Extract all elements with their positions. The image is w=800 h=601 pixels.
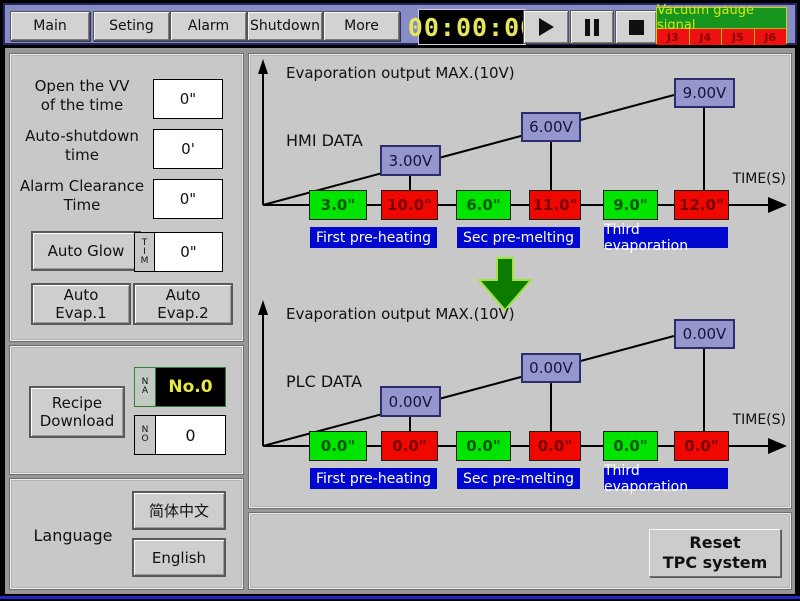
chart-source-label: HMI DATA bbox=[286, 131, 363, 150]
time-box-6: 0.0" bbox=[674, 431, 729, 461]
stage-label-2: Sec pre-melting bbox=[456, 467, 581, 490]
y-axis-arrow-icon bbox=[258, 300, 268, 315]
vacuum-channel-j6: J6 bbox=[754, 29, 787, 45]
footer-panel: Reset TPC system bbox=[249, 513, 791, 589]
ramp-line bbox=[263, 336, 674, 446]
y-axis-arrow-icon bbox=[258, 59, 268, 74]
reset-tpc-button[interactable]: Reset TPC system bbox=[649, 529, 781, 577]
time-box-5: 0.0" bbox=[603, 431, 658, 461]
stage-label-3: Third evaporation bbox=[603, 467, 729, 490]
voltage-box-1[interactable]: 3.00V bbox=[380, 145, 441, 176]
auto-evap2-button[interactable]: Auto Evap.2 bbox=[133, 283, 233, 325]
top-toolbar: Main Seting Alarm Shutdown More 00:00:00… bbox=[3, 3, 797, 45]
time-box-2: 0.0" bbox=[381, 431, 438, 461]
vacuum-gauge-panel: Vacuum gauge signal J3 J4 J5 J6 bbox=[656, 7, 787, 44]
time-axis-label: TIME(S) bbox=[716, 412, 786, 428]
vacuum-channel-j3: J3 bbox=[657, 29, 689, 45]
vacuum-gauge-channels: J3 J4 J5 J6 bbox=[657, 28, 786, 45]
start-button[interactable] bbox=[523, 10, 569, 44]
hmi-data-chart: Evaporation output MAX.(10V) HMI DATA TI… bbox=[250, 55, 792, 255]
x-axis-arrow-icon bbox=[768, 197, 787, 213]
chart-title: Evaporation output MAX.(10V) bbox=[286, 305, 515, 323]
auto-shutdown-time-label: Auto-shutdown time bbox=[15, 127, 149, 165]
recipe-name-label: N A bbox=[135, 368, 156, 406]
nav-shutdown-button[interactable]: Shutdown bbox=[247, 11, 323, 41]
nav-seting-button[interactable]: Seting bbox=[93, 11, 170, 41]
evaporation-charts-panel: Evaporation output MAX.(10V) HMI DATA TI… bbox=[249, 54, 791, 508]
elapsed-time-display: 00:00:00 bbox=[418, 9, 526, 45]
voltage-box-2: 0.00V bbox=[521, 353, 581, 383]
chart-title: Evaporation output MAX.(10V) bbox=[286, 64, 515, 82]
time-axis-label: TIME(S) bbox=[716, 171, 786, 187]
language-chinese-button[interactable]: 简体中文 bbox=[132, 491, 226, 530]
language-label: Language bbox=[19, 526, 127, 545]
hmi-screen: Main Seting Alarm Shutdown More 00:00:00… bbox=[0, 0, 800, 601]
nav-main-button[interactable]: Main bbox=[10, 11, 90, 41]
time-box-4[interactable]: 11.0" bbox=[529, 190, 581, 220]
chart-source-label: PLC DATA bbox=[286, 372, 362, 391]
time-box-1: 0.0" bbox=[309, 431, 367, 461]
stage-label-3: Third evaporation bbox=[603, 226, 729, 249]
stage-label-2: Sec pre-melting bbox=[456, 226, 581, 249]
voltage-box-3[interactable]: 9.00V bbox=[674, 78, 735, 108]
auto-glow-time-field: T I M 0" bbox=[134, 232, 223, 272]
time-box-3[interactable]: 6.0" bbox=[456, 190, 511, 220]
play-icon bbox=[539, 18, 554, 36]
bottom-accent-line bbox=[0, 596, 800, 599]
voltage-box-2[interactable]: 6.00V bbox=[521, 112, 581, 142]
timing-settings-panel: Open the VV of the time 0" Auto-shutdown… bbox=[10, 54, 243, 341]
vacuum-channel-j4: J4 bbox=[689, 29, 722, 45]
voltage-box-3: 0.00V bbox=[674, 319, 735, 349]
alarm-clearance-time-label: Alarm Clearance Time bbox=[15, 177, 149, 215]
tim-label: T I M bbox=[134, 232, 154, 272]
pause-button[interactable] bbox=[570, 10, 614, 44]
recipe-name-display: No.0 bbox=[156, 368, 225, 406]
ramp-line bbox=[263, 95, 674, 205]
nav-alarm-button[interactable]: Alarm bbox=[170, 11, 247, 41]
auto-glow-time-input[interactable]: 0" bbox=[154, 232, 223, 272]
auto-evap1-button[interactable]: Auto Evap.1 bbox=[31, 283, 131, 325]
auto-shutdown-time-input[interactable]: 0' bbox=[153, 129, 223, 169]
stop-button[interactable] bbox=[615, 10, 657, 44]
open-vv-time-input[interactable]: 0" bbox=[153, 79, 223, 119]
recipe-number-label: N O bbox=[135, 416, 156, 454]
recipe-number-field: N O 0 bbox=[134, 415, 226, 455]
time-box-2[interactable]: 10.0" bbox=[381, 190, 438, 220]
time-box-3: 0.0" bbox=[456, 431, 511, 461]
time-box-6[interactable]: 12.0" bbox=[674, 190, 729, 220]
nav-more-button[interactable]: More bbox=[323, 11, 400, 41]
language-english-button[interactable]: English bbox=[132, 538, 226, 577]
time-box-1[interactable]: 3.0" bbox=[309, 190, 367, 220]
voltage-box-1: 0.00V bbox=[380, 386, 441, 417]
recipe-name-field: N A No.0 bbox=[134, 367, 226, 407]
language-panel: Language 简体中文 English bbox=[10, 479, 243, 589]
stop-icon bbox=[629, 20, 644, 35]
open-vv-time-label: Open the VV of the time bbox=[15, 77, 149, 115]
x-axis-arrow-icon bbox=[768, 438, 787, 454]
alarm-clearance-time-input[interactable]: 0" bbox=[153, 179, 223, 219]
vacuum-channel-j5: J5 bbox=[721, 29, 754, 45]
recipe-number-input[interactable]: 0 bbox=[156, 416, 225, 454]
recipe-panel: Recipe Download N A No.0 N O 0 bbox=[10, 346, 243, 474]
time-box-5[interactable]: 9.0" bbox=[603, 190, 658, 220]
plc-data-chart: Evaporation output MAX.(10V) PLC DATA TI… bbox=[250, 296, 792, 496]
pause-icon bbox=[585, 19, 599, 36]
stage-label-1: First pre-heating bbox=[309, 226, 438, 249]
auto-glow-button[interactable]: Auto Glow bbox=[31, 231, 141, 271]
vacuum-gauge-title: Vacuum gauge signal bbox=[657, 8, 786, 28]
stage-label-1: First pre-heating bbox=[309, 467, 438, 490]
time-box-4: 0.0" bbox=[529, 431, 581, 461]
recipe-download-button[interactable]: Recipe Download bbox=[29, 386, 125, 438]
